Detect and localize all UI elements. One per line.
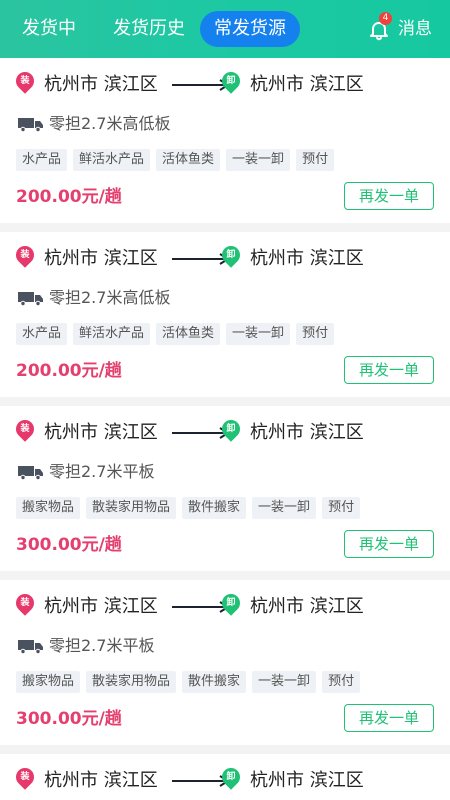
origin-city: 杭州市 滨江区	[44, 770, 158, 791]
cargo-tag: 一装一卸	[226, 149, 291, 171]
destination-city: 杭州市 滨江区	[250, 422, 364, 443]
vehicle-type: 零担2.7米高低板	[49, 114, 171, 133]
cargo-tag: 活体鱼类	[156, 323, 221, 345]
cargo-tag: 活体鱼类	[156, 149, 221, 171]
origin-city: 杭州市 滨江区	[44, 248, 158, 269]
notification-badge: 4	[379, 12, 392, 25]
cargo-tags: 水产品 鲜活水产品 活体鱼类 一装一卸 预付	[16, 148, 340, 171]
tab-shipping-history[interactable]: 发货历史	[113, 11, 185, 47]
shipment-card: 装 杭州市 滨江区 卸 杭州市 滨江区 零担2.7米高低板 水产品 鲜活水产品 活体…	[0, 58, 450, 223]
cargo-tag: 一装一卸	[252, 671, 317, 693]
truck-icon	[18, 640, 43, 654]
shipment-card: 装 杭州市 滨江区 卸 杭州市 滨江区 零担2.7米平板 搬家物品 散装家用物品散…	[0, 580, 450, 745]
destination-city: 杭州市 滨江区	[250, 74, 364, 95]
cargo-tag: 一装一卸	[252, 497, 317, 519]
route: 装 杭州市 滨江区 卸 杭州市 滨江区	[12, 68, 436, 98]
route: 装 杭州市 滨江区 卸 杭州市 滨江区	[12, 242, 436, 272]
cargo-tag: 搬家物品	[16, 671, 81, 693]
origin-city: 杭州市 滨江区	[44, 596, 158, 617]
cargo-tag: 预付	[296, 323, 335, 345]
load-pin-icon: 装	[12, 590, 38, 616]
cargo-tag: 预付	[322, 497, 361, 519]
price: 200.00元/趟	[16, 361, 122, 381]
cargo-tag: 预付	[296, 149, 335, 171]
cargo-tag: 散件搬家	[182, 671, 247, 693]
unload-pin-icon: 卸	[218, 416, 244, 442]
reorder-button[interactable]: 再发一单	[344, 530, 434, 558]
cargo-tag: 一装一卸	[226, 323, 291, 345]
truck-icon	[18, 118, 43, 132]
reorder-button[interactable]: 再发一单	[344, 356, 434, 384]
cargo-tag: 预付	[322, 671, 361, 693]
load-pin-icon: 装	[12, 416, 38, 442]
vehicle-type: 零担2.7米高低板	[49, 288, 171, 307]
shipment-card: 装 杭州市 滨江区 卸 杭州市 滨江区 零担2.7米平板 搬家物品 散装家用物品散…	[0, 406, 450, 571]
messages-link[interactable]: 消息	[398, 16, 432, 42]
origin-city: 杭州市 滨江区	[44, 422, 158, 443]
destination-city: 杭州市 滨江区	[250, 596, 364, 617]
route: 装 杭州市 滨江区 卸 杭州市 滨江区	[12, 416, 436, 446]
cargo-tags: 搬家物品 散装家用物品 散件搬家 一装一卸 预付	[16, 496, 366, 519]
tab-shipping[interactable]: 发货中	[22, 11, 76, 47]
truck-icon	[18, 292, 43, 306]
reorder-button[interactable]: 再发一单	[344, 704, 434, 732]
price: 300.00元/趟	[16, 709, 122, 729]
unload-pin-icon: 卸	[218, 764, 244, 790]
truck-icon	[18, 466, 43, 480]
load-pin-icon: 装	[12, 242, 38, 268]
unload-pin-icon: 卸	[218, 242, 244, 268]
cargo-tags: 水产品 鲜活水产品 活体鱼类 一装一卸 预付	[16, 322, 340, 345]
vehicle-type: 零担2.7米平板	[49, 462, 155, 481]
route: 装 杭州市 滨江区 卸 杭州市 滨江区	[12, 764, 436, 794]
origin-city: 杭州市 滨江区	[44, 74, 158, 95]
cargo-tag: 鲜活水产品	[73, 149, 151, 171]
shipment-card: 装 杭州市 滨江区 卸 杭州市 滨江区 零担2.7米高低板 水产品 鲜活水产品 活体…	[0, 232, 450, 397]
cargo-tag: 水产品	[16, 149, 68, 171]
vehicle-type: 零担2.7米平板	[49, 636, 155, 655]
top-bar: 发货中 发货历史 常发货源 4 消息	[0, 0, 450, 58]
cargo-tag: 散件搬家	[182, 497, 247, 519]
tab-frequent-sources[interactable]: 常发货源	[200, 11, 300, 47]
cargo-tag: 搬家物品	[16, 497, 81, 519]
cargo-tags: 搬家物品 散装家用物品 散件搬家 一装一卸 预付	[16, 670, 366, 693]
destination-city: 杭州市 滨江区	[250, 248, 364, 269]
price: 300.00元/趟	[16, 535, 122, 555]
destination-city: 杭州市 滨江区	[250, 770, 364, 791]
cargo-tag: 鲜活水产品	[73, 323, 151, 345]
shipment-card: 装 杭州市 滨江区 卸 杭州市 滨江区	[0, 754, 450, 800]
cargo-tag: 散装家用物品	[86, 671, 177, 693]
route: 装 杭州市 滨江区 卸 杭州市 滨江区	[12, 590, 436, 620]
load-pin-icon: 装	[12, 68, 38, 94]
unload-pin-icon: 卸	[218, 68, 244, 94]
cargo-tag: 散装家用物品	[86, 497, 177, 519]
unload-pin-icon: 卸	[218, 590, 244, 616]
cargo-tag: 水产品	[16, 323, 68, 345]
price: 200.00元/趟	[16, 187, 122, 207]
load-pin-icon: 装	[12, 764, 38, 790]
reorder-button[interactable]: 再发一单	[344, 182, 434, 210]
